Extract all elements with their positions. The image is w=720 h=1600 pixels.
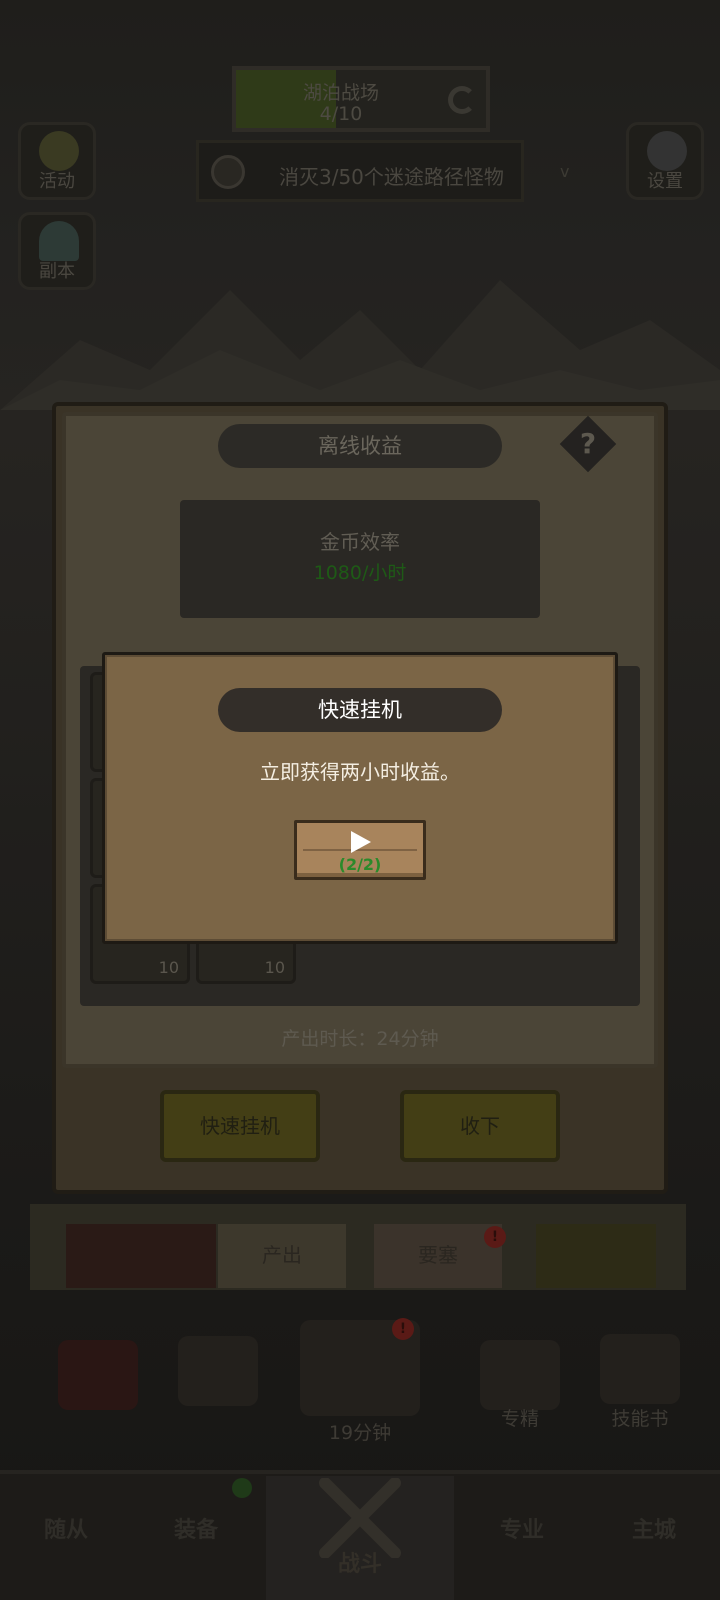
settings-button[interactable]: 设置 — [626, 122, 704, 200]
weapon-icon[interactable] — [480, 1340, 560, 1410]
background-mountains — [0, 280, 720, 410]
nav-equipment[interactable]: 装备 — [136, 1496, 256, 1566]
gear-icon — [647, 131, 687, 171]
nav-profession[interactable]: 专业 — [462, 1496, 582, 1566]
gate-icon — [39, 221, 79, 261]
fortress-alert-badge: ! — [484, 1226, 506, 1248]
gold-rate-box: 金币效率 1080/小时 — [180, 500, 540, 618]
watch-ad-button[interactable]: (2/2) — [294, 820, 426, 880]
activity-button[interactable]: 活动 — [18, 122, 96, 200]
star-icon — [39, 131, 79, 171]
gold-rate-value: 1080/小时 — [313, 562, 407, 584]
tab-placeholder[interactable] — [66, 1224, 216, 1288]
equipment-badge — [232, 1478, 252, 1498]
panel-title: 离线收益 — [218, 424, 502, 468]
dialog-description: 立即获得两小时收益。 — [260, 760, 460, 784]
ad-remaining-count: (2/2) — [338, 855, 382, 874]
collect-timer: 19分钟 — [328, 1422, 392, 1444]
skillbook-icon[interactable] — [600, 1334, 680, 1404]
activity-label: 活动 — [39, 171, 75, 192]
notice-level: v — [560, 162, 570, 181]
nav-followers[interactable]: 随从 — [6, 1496, 126, 1566]
refresh-icon[interactable] — [448, 86, 476, 114]
dialog-title: 快速挂机 — [218, 688, 502, 732]
tab-right[interactable] — [536, 1224, 656, 1288]
quest-title: 湖泊战场 — [302, 82, 379, 104]
collect-button[interactable]: 收下 — [400, 1090, 560, 1162]
quick-hangup-button[interactable]: 快速挂机 — [160, 1090, 320, 1162]
weapon-label: 专精 — [500, 1408, 539, 1430]
quest-progress-count: 4/10 — [319, 103, 363, 125]
settings-label: 设置 — [647, 171, 683, 192]
bowl-icon[interactable] — [178, 1336, 258, 1406]
play-icon — [351, 831, 371, 853]
nav-battle-label: 战斗 — [337, 1552, 382, 1577]
tab-output[interactable]: 产出 — [218, 1224, 346, 1288]
help-label: ? — [579, 427, 597, 460]
item-quantity: 10 — [264, 958, 285, 977]
nav-main-city[interactable]: 主城 — [594, 1496, 714, 1566]
hero-icon[interactable] — [58, 1340, 138, 1410]
game-screen: 湖泊战场 4/10 消灭3/50个迷途路径怪物 v 活动 副本 设置 离线收益 … — [0, 0, 720, 1600]
avatar — [211, 155, 245, 189]
output-duration: 产出时长：24分钟 — [281, 1028, 439, 1050]
item-quantity: 10 — [158, 958, 179, 977]
house-alert-badge: ! — [392, 1318, 414, 1340]
gold-rate-title: 金币效率 — [320, 530, 400, 554]
notice-text: 消灭3/50个迷途路径怪物 — [279, 165, 504, 189]
quest-notice-bar[interactable]: 消灭3/50个迷途路径怪物 — [196, 140, 524, 202]
dungeon-label: 副本 — [39, 261, 75, 282]
tab-fortress[interactable]: 要塞 — [374, 1224, 502, 1288]
quest-progress-bar[interactable]: 湖泊战场 4/10 — [232, 66, 490, 132]
skillbook-label: 技能书 — [611, 1408, 669, 1430]
dungeon-button[interactable]: 副本 — [18, 212, 96, 290]
